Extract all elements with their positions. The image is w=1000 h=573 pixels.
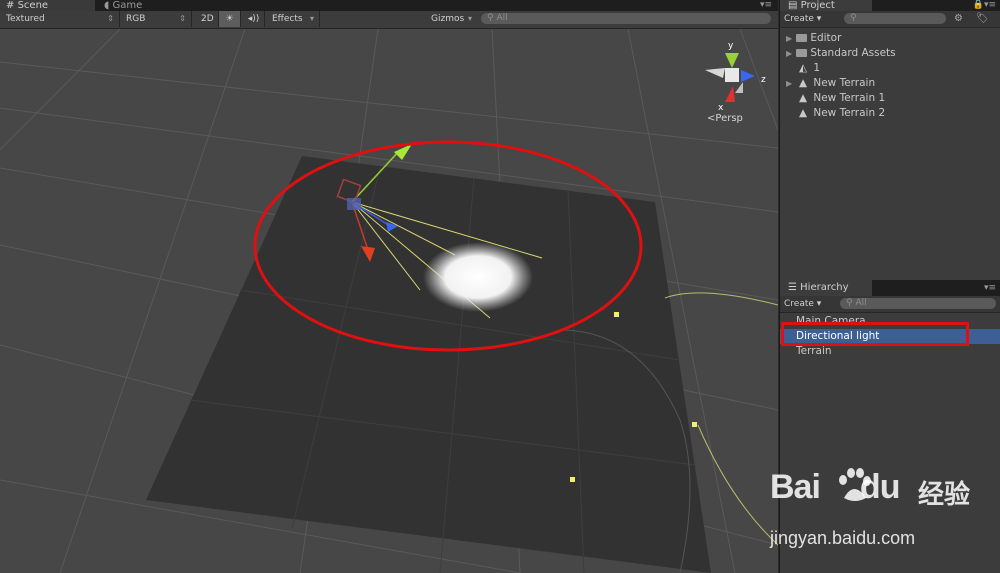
search-icon: ⚲ bbox=[846, 298, 853, 308]
filter-by-label-icon[interactable]: 🏷 bbox=[976, 13, 989, 24]
z-axis-label: z bbox=[761, 75, 766, 85]
project-item-label: New Terrain 2 bbox=[813, 107, 886, 119]
color-mode-label: RGB bbox=[126, 14, 146, 24]
scene-search-placeholder: All bbox=[496, 13, 508, 23]
terrain-icon: ▲ bbox=[798, 92, 808, 104]
chevron-down-icon: ▾ bbox=[309, 14, 314, 23]
list-icon: ☰ bbox=[788, 282, 797, 293]
project-tab-bar: ▤ Project 🔒▾≡ bbox=[780, 0, 1000, 11]
watermark-url: jingyan.baidu.com bbox=[770, 528, 916, 548]
baidu-watermark: Bai du 经验 jingyan.baidu.com bbox=[770, 462, 996, 562]
dropdown-arrow-icon: ⇕ bbox=[179, 14, 186, 23]
unity-scene-icon: ◭ bbox=[798, 62, 808, 74]
hierarchy-search-input[interactable]: ⚲ All bbox=[840, 298, 996, 309]
project-toolbar: Create ▾ ⚲ ⚙ 🏷 bbox=[780, 11, 1000, 28]
project-create-label: Create bbox=[784, 14, 814, 24]
z-axis-cone[interactable] bbox=[741, 70, 755, 82]
project-item-editor[interactable]: ▶ Editor bbox=[780, 31, 841, 46]
project-item-new-terrain[interactable]: ▶ ▲ New Terrain bbox=[780, 76, 875, 91]
neg-y-axis-cone[interactable] bbox=[735, 82, 743, 93]
tab-game-label: Game bbox=[112, 0, 143, 11]
hierarchy-create-label: Create bbox=[784, 299, 814, 309]
expand-arrow-icon[interactable]: ▶ bbox=[786, 76, 796, 91]
paw-icon bbox=[839, 468, 871, 501]
project-item-new-terrain-2[interactable]: ▲ New Terrain 2 bbox=[780, 106, 885, 121]
gizmo-cube[interactable] bbox=[725, 68, 739, 82]
chevron-down-icon: ▾ bbox=[816, 14, 822, 24]
project-item-label: Editor bbox=[810, 32, 842, 44]
dropdown-arrow-icon: ⇕ bbox=[107, 14, 114, 23]
scene-viewport[interactable] bbox=[0, 29, 778, 573]
y-axis-label: y bbox=[728, 41, 734, 51]
folder-icon bbox=[796, 34, 807, 42]
project-item-label: 1 bbox=[813, 62, 821, 74]
project-item-new-terrain-1[interactable]: ▲ New Terrain 1 bbox=[780, 91, 885, 106]
project-item-scene-1[interactable]: ◭ 1 bbox=[780, 61, 820, 76]
pacman-icon: ◖ bbox=[104, 0, 110, 11]
hierarchy-item-terrain[interactable]: Terrain bbox=[780, 344, 1000, 359]
hierarchy-tab-bar: ☰ Hierarchy ▾≡ bbox=[780, 280, 1000, 296]
light-glow bbox=[423, 242, 533, 312]
project-create-button[interactable]: Create ▾ bbox=[784, 13, 821, 25]
project-item-label: New Terrain 1 bbox=[813, 92, 886, 104]
lighting-toggle-button[interactable]: ☀ bbox=[219, 11, 241, 27]
search-icon: ⚲ bbox=[487, 13, 494, 23]
scene-tab-bar: # Scene ◖ Game ▾≡ bbox=[0, 0, 778, 11]
x-axis-label: x bbox=[718, 103, 724, 113]
chevron-down-icon: ▾ bbox=[816, 299, 822, 309]
expand-arrow-icon[interactable]: ▶ bbox=[786, 46, 796, 61]
project-item-label: Standard Assets bbox=[810, 47, 896, 59]
2d-toggle-button[interactable]: 2D bbox=[195, 11, 219, 27]
hierarchy-toolbar: Create ▾ ⚲ All bbox=[780, 296, 1000, 313]
tab-scene-label: Scene bbox=[17, 0, 49, 11]
panel-menu-icon[interactable]: ▾≡ bbox=[760, 0, 772, 10]
tab-hierarchy-label: Hierarchy bbox=[800, 282, 849, 293]
folder-icon bbox=[796, 49, 807, 57]
search-icon: ⚲ bbox=[850, 13, 857, 23]
scene-search-input[interactable]: ⚲ All bbox=[481, 13, 771, 24]
terrain-icon: ▲ bbox=[798, 77, 808, 89]
tab-project-label: Project bbox=[800, 0, 835, 11]
project-item-standard-assets[interactable]: ▶ Standard Assets bbox=[780, 46, 896, 61]
hierarchy-search-placeholder: All bbox=[855, 298, 867, 308]
neg-x-axis-cone[interactable] bbox=[705, 68, 725, 78]
y-axis-cone[interactable] bbox=[725, 53, 739, 68]
2d-label: 2D bbox=[201, 14, 214, 24]
tab-game[interactable]: ◖ Game bbox=[98, 0, 198, 11]
annotation-box bbox=[781, 322, 969, 346]
folder-stack-icon: ▤ bbox=[788, 0, 798, 11]
chevron-down-icon: ▾ bbox=[467, 14, 472, 23]
render-mode-label: Textured bbox=[6, 14, 45, 24]
panel-menu-icon[interactable]: 🔒▾≡ bbox=[973, 0, 996, 10]
project-item-label: New Terrain bbox=[813, 77, 876, 89]
scene-toolbar: Textured ⇕ RGB ⇕ 2D ☀ ◂)) Effects ▾ Gizm… bbox=[0, 11, 778, 29]
hierarchy-item-label: Terrain bbox=[796, 345, 832, 357]
render-mode-dropdown[interactable]: Textured ⇕ bbox=[0, 11, 120, 27]
tab-project[interactable]: ▤ Project bbox=[780, 0, 872, 11]
tab-scene[interactable]: # Scene bbox=[0, 0, 95, 11]
speaker-icon: ◂)) bbox=[247, 14, 260, 24]
brand-cn: 经验 bbox=[918, 480, 971, 510]
audio-toggle-button[interactable]: ◂)) bbox=[243, 11, 265, 27]
x-axis-cone[interactable] bbox=[725, 86, 735, 102]
expand-arrow-icon[interactable]: ▶ bbox=[786, 31, 796, 46]
persp-label: Persp bbox=[715, 113, 743, 124]
hierarchy-create-button[interactable]: Create ▾ bbox=[784, 298, 821, 310]
project-search-input[interactable]: ⚲ bbox=[844, 13, 946, 24]
effects-dropdown[interactable]: Effects ▾ bbox=[266, 11, 320, 27]
sun-icon: ☀ bbox=[225, 14, 234, 24]
panel-menu-icon[interactable]: ▾≡ bbox=[984, 283, 996, 293]
tab-hierarchy[interactable]: ☰ Hierarchy bbox=[780, 280, 872, 296]
effects-label: Effects bbox=[272, 14, 303, 24]
filter-by-type-icon[interactable]: ⚙ bbox=[954, 13, 963, 24]
gizmos-dropdown[interactable]: Gizmos ▾ bbox=[425, 11, 477, 27]
brand-left: Bai bbox=[770, 468, 821, 506]
terrain-icon: ▲ bbox=[798, 107, 808, 119]
projection-toggle[interactable]: <Persp bbox=[707, 113, 743, 124]
grid-icon: # bbox=[6, 0, 15, 11]
gizmos-label: Gizmos bbox=[431, 14, 465, 24]
color-mode-dropdown[interactable]: RGB ⇕ bbox=[120, 11, 192, 27]
scene-window: # Scene ◖ Game ▾≡ Textured ⇕ RGB ⇕ 2D ☀ … bbox=[0, 0, 778, 573]
